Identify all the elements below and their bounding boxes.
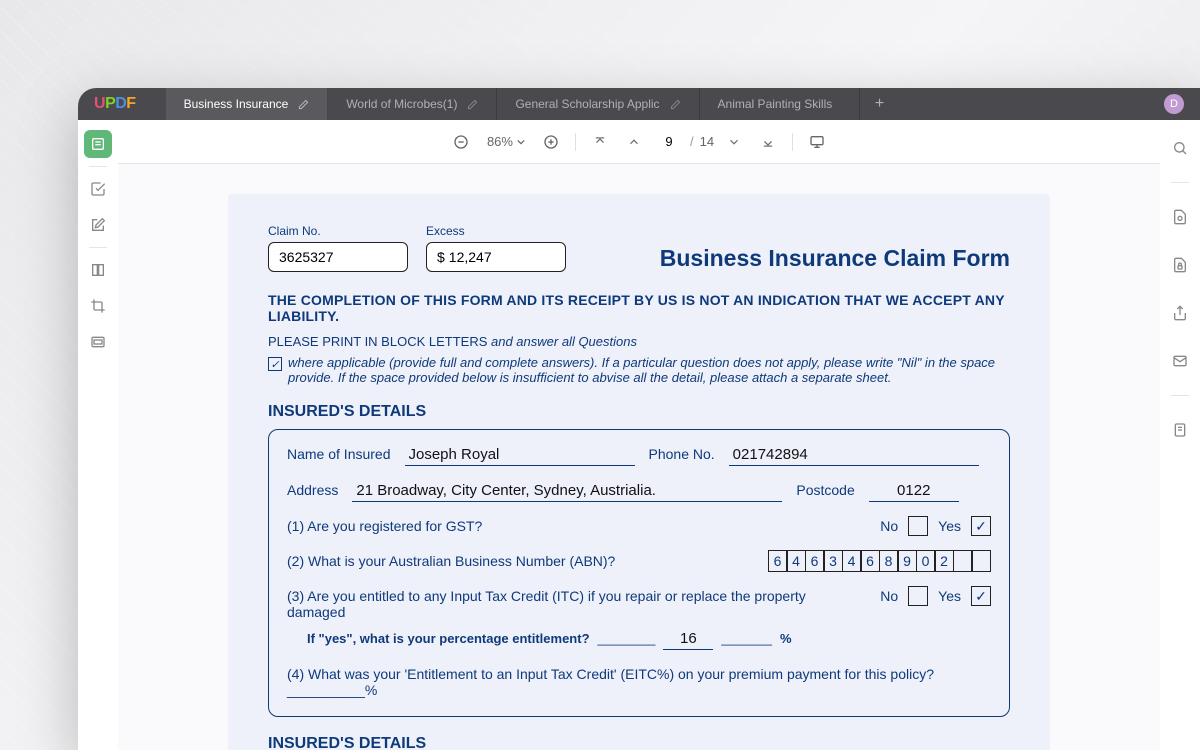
q3-sub-text: If "yes", what is your percentage entitl… (307, 631, 590, 646)
titlebar: UPDF Business Insurance World of Microbe… (78, 88, 1200, 120)
postcode-input[interactable] (869, 480, 959, 502)
block-letters-notice: PLEASE PRINT IN BLOCK LETTERS and answer… (268, 334, 1010, 349)
toolbar-separator (575, 133, 576, 151)
zoom-in-button[interactable] (537, 128, 565, 156)
tab-business-insurance[interactable]: Business Insurance (166, 88, 329, 120)
check-icon: ✓ (268, 357, 282, 371)
name-input[interactable] (405, 444, 635, 466)
q1-yes-checkbox[interactable]: ✓ (971, 516, 991, 536)
q1-text: (1) Are you registered for GST? (287, 518, 482, 534)
zoom-value: 86% (487, 134, 513, 149)
claim-no-label: Claim No. (268, 224, 408, 238)
yes-label: Yes (938, 588, 961, 604)
rail-separator (1171, 395, 1189, 396)
q3-yes-checkbox[interactable]: ✓ (971, 586, 991, 606)
app-window: UPDF Business Insurance World of Microbe… (78, 88, 1200, 750)
q3-no-checkbox[interactable] (908, 586, 928, 606)
yes-label: Yes (938, 518, 961, 534)
last-page-button[interactable] (754, 128, 782, 156)
page-number-input[interactable] (654, 134, 684, 149)
crop-tool-button[interactable] (84, 292, 112, 320)
postcode-label: Postcode (796, 482, 854, 498)
name-label: Name of Insured (287, 446, 391, 462)
edit-tool-button[interactable] (84, 211, 112, 239)
abn-input-boxes[interactable]: 6 4 6 3 4 6 8 9 0 2 (768, 550, 992, 572)
tab-label: General Scholarship Applic (515, 97, 659, 111)
form-title: Business Insurance Claim Form (660, 245, 1010, 272)
q3-text: (3) Are you entitled to any Input Tax Cr… (287, 588, 866, 620)
ocr-button[interactable] (1166, 203, 1194, 231)
q4-text: (4) What was your 'Entitlement to an Inp… (287, 666, 991, 698)
zoom-out-button[interactable] (447, 128, 475, 156)
highlight-tool-button[interactable] (84, 175, 112, 203)
tab-label: World of Microbes(1) (346, 97, 457, 111)
avatar[interactable]: D (1164, 94, 1184, 114)
pencil-icon[interactable] (298, 99, 309, 110)
app-logo: UPDF (94, 95, 136, 113)
document-viewport[interactable]: Claim No. Excess $ Business Insurance Cl… (118, 164, 1160, 750)
right-rail (1160, 120, 1200, 750)
address-label: Address (287, 482, 338, 498)
tab-label: Animal Painting Skills (718, 97, 833, 111)
q2-text: (2) What is your Australian Business Num… (287, 553, 615, 569)
search-button[interactable] (1166, 134, 1194, 162)
tab-general-scholarship[interactable]: General Scholarship Applic (497, 88, 699, 120)
export-button[interactable] (1166, 416, 1194, 444)
page-organize-button[interactable] (84, 256, 112, 284)
next-page-button[interactable] (720, 128, 748, 156)
no-label: No (880, 588, 898, 604)
view-toolbar: 86% / 14 (118, 120, 1160, 164)
document-page: Claim No. Excess $ Business Insurance Cl… (228, 194, 1050, 750)
pencil-icon[interactable] (670, 99, 681, 110)
email-button[interactable] (1166, 347, 1194, 375)
address-input[interactable] (352, 480, 782, 502)
tab-bar: Business Insurance World of Microbes(1) … (166, 88, 900, 120)
add-tab-button[interactable]: + (860, 88, 900, 120)
excess-label: Excess (426, 224, 566, 238)
rail-separator (89, 166, 107, 167)
presentation-button[interactable] (803, 128, 831, 156)
tab-label: Business Insurance (184, 97, 289, 111)
first-page-button[interactable] (586, 128, 614, 156)
reader-mode-button[interactable] (84, 130, 112, 158)
liability-notice: THE COMPLETION OF THIS FORM AND ITS RECE… (268, 292, 1010, 324)
excess-input[interactable] (449, 249, 529, 265)
share-button[interactable] (1166, 299, 1194, 327)
tab-world-of-microbes[interactable]: World of Microbes(1) (328, 88, 497, 120)
page-separator: / (690, 134, 694, 149)
q3-pct-input[interactable] (663, 628, 713, 650)
insured-details-box: Name of Insured Phone No. Address Postco… (268, 429, 1010, 717)
section-declarations: INSURED'S DETAILS (268, 735, 1010, 750)
left-rail (78, 120, 118, 750)
phone-label: Phone No. (649, 446, 715, 462)
redact-tool-button[interactable] (84, 328, 112, 356)
pencil-icon[interactable] (467, 99, 478, 110)
zoom-dropdown[interactable]: 86% (481, 134, 531, 149)
phone-input[interactable] (729, 444, 979, 466)
tab-animal-painting[interactable]: Animal Painting Skills (700, 88, 860, 120)
rail-separator (1171, 182, 1189, 183)
excess-prefix: $ (437, 249, 445, 265)
chevron-down-icon (517, 138, 525, 146)
q1-no-checkbox[interactable] (908, 516, 928, 536)
rail-separator (89, 247, 107, 248)
protect-button[interactable] (1166, 251, 1194, 279)
page-total: 14 (700, 134, 714, 149)
prev-page-button[interactable] (620, 128, 648, 156)
toolbar-separator (792, 133, 793, 151)
applicable-notice: ✓ where applicable (provide full and com… (268, 355, 1010, 385)
no-label: No (880, 518, 898, 534)
claim-no-input[interactable] (268, 242, 408, 272)
section-insured-details: INSURED'S DETAILS (268, 403, 1010, 421)
pct-sign: % (780, 631, 792, 646)
